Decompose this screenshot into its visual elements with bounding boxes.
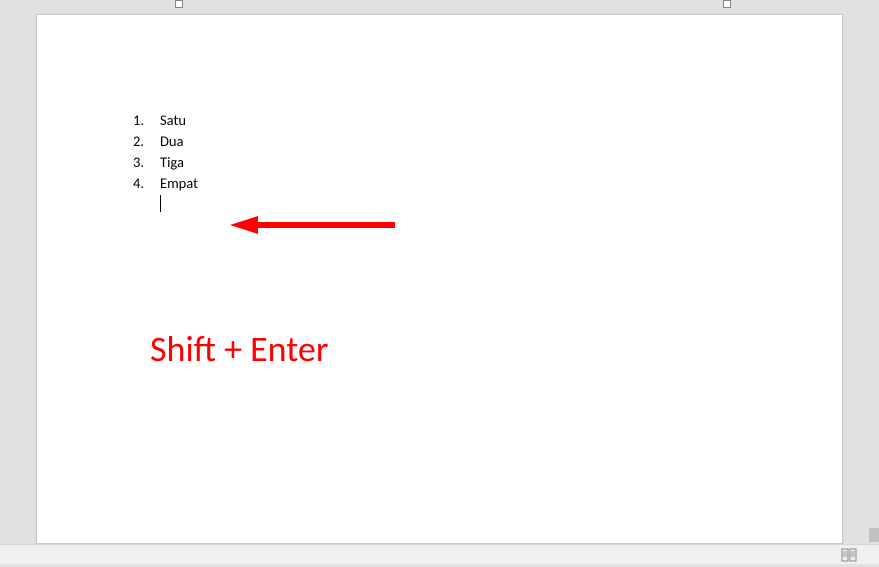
list-number: 4. <box>122 173 146 194</box>
list-number: 2. <box>122 131 146 152</box>
list-text: Empat <box>146 173 198 194</box>
list-number: 3. <box>122 152 146 173</box>
status-bar <box>0 544 879 564</box>
tab-marker-right[interactable] <box>723 0 731 8</box>
list-item[interactable]: 3. Tiga <box>122 152 762 173</box>
list-item[interactable]: 4. Empat <box>122 173 762 194</box>
list-text: Satu <box>146 110 186 131</box>
scrollbar-thumb[interactable] <box>869 528 879 542</box>
annotation-caption: Shift + Enter <box>150 327 328 371</box>
text-cursor-icon <box>160 195 161 212</box>
read-mode-icon[interactable] <box>841 548 857 562</box>
list-item[interactable]: 2. Dua <box>122 131 762 152</box>
list-number: 1. <box>122 110 146 131</box>
arrow-annotation-icon <box>230 214 395 241</box>
list-text: Tiga <box>146 152 184 173</box>
ruler-area <box>0 0 879 14</box>
page-container: 1. Satu 2. Dua 3. Tiga 4. Empat <box>0 14 879 544</box>
document-page[interactable]: 1. Satu 2. Dua 3. Tiga 4. Empat <box>36 14 843 544</box>
tab-marker-left[interactable] <box>175 0 183 8</box>
cursor-line[interactable] <box>122 194 762 213</box>
list-item[interactable]: 1. Satu <box>122 110 762 131</box>
list-text: Dua <box>146 131 184 152</box>
numbered-list: 1. Satu 2. Dua 3. Tiga 4. Empat <box>122 110 762 213</box>
